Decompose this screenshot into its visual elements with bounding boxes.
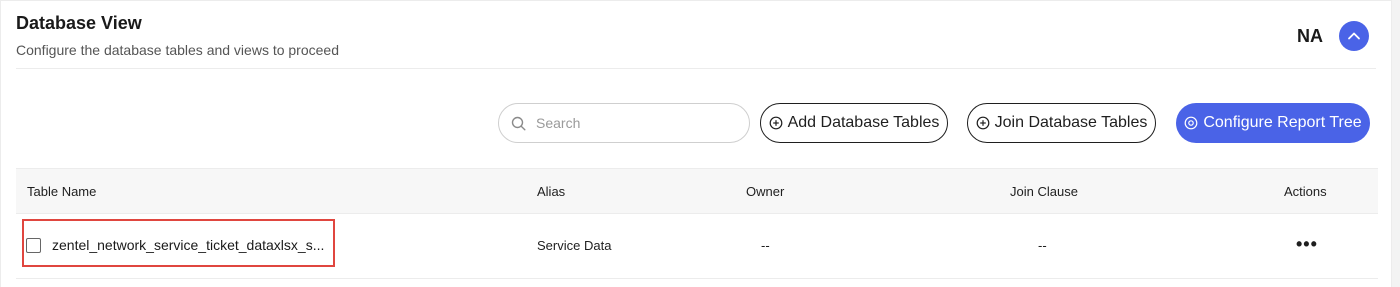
section-header: Database View Configure the database tab… bbox=[16, 13, 339, 58]
join-clause-cell: -- bbox=[1038, 238, 1047, 253]
add-database-tables-button[interactable]: Add Database Tables bbox=[760, 103, 948, 143]
search-input[interactable] bbox=[534, 114, 728, 132]
chevron-up-icon bbox=[1348, 32, 1360, 40]
database-tables-table: Table Name Alias Owner Join Clause Actio… bbox=[16, 168, 1378, 279]
header-divider bbox=[16, 68, 1376, 69]
column-header-owner: Owner bbox=[746, 184, 785, 199]
row-actions-menu[interactable]: ••• bbox=[1296, 235, 1318, 253]
row-checkbox[interactable] bbox=[26, 238, 41, 253]
header-right: NA bbox=[1297, 21, 1369, 51]
plus-circle-icon bbox=[769, 116, 783, 130]
column-header-actions: Actions bbox=[1284, 184, 1327, 199]
database-view-panel: Database View Configure the database tab… bbox=[0, 0, 1392, 287]
table-name-cell: zentel_network_service_ticket_dataxlsx_s… bbox=[52, 237, 325, 253]
configure-report-tree-label: Configure Report Tree bbox=[1203, 114, 1362, 131]
target-icon bbox=[1184, 116, 1198, 130]
status-label: NA bbox=[1297, 25, 1323, 46]
search-box[interactable] bbox=[498, 103, 750, 143]
owner-cell: -- bbox=[761, 238, 770, 253]
page-title: Database View bbox=[16, 13, 142, 33]
search-icon bbox=[511, 116, 526, 131]
column-header-alias: Alias bbox=[537, 184, 566, 199]
collapse-button[interactable] bbox=[1339, 21, 1369, 51]
scrollbar[interactable] bbox=[1392, 0, 1400, 287]
column-header-join-clause: Join Clause bbox=[1010, 184, 1078, 199]
alias-cell: Service Data bbox=[537, 238, 612, 253]
column-header-table-name: Table Name bbox=[27, 184, 97, 199]
add-database-tables-label: Add Database Tables bbox=[787, 114, 940, 131]
table-header: Table Name Alias Owner Join Clause Actio… bbox=[16, 168, 1378, 214]
configure-report-tree-button[interactable]: Configure Report Tree bbox=[1176, 103, 1370, 143]
page-subtitle: Configure the database tables and views … bbox=[16, 42, 339, 58]
join-database-tables-label: Join Database Tables bbox=[994, 114, 1148, 131]
plus-circle-icon bbox=[976, 116, 990, 130]
table-row[interactable]: zentel_network_service_ticket_dataxlsx_s… bbox=[16, 214, 1378, 279]
join-database-tables-button[interactable]: Join Database Tables bbox=[967, 103, 1156, 143]
